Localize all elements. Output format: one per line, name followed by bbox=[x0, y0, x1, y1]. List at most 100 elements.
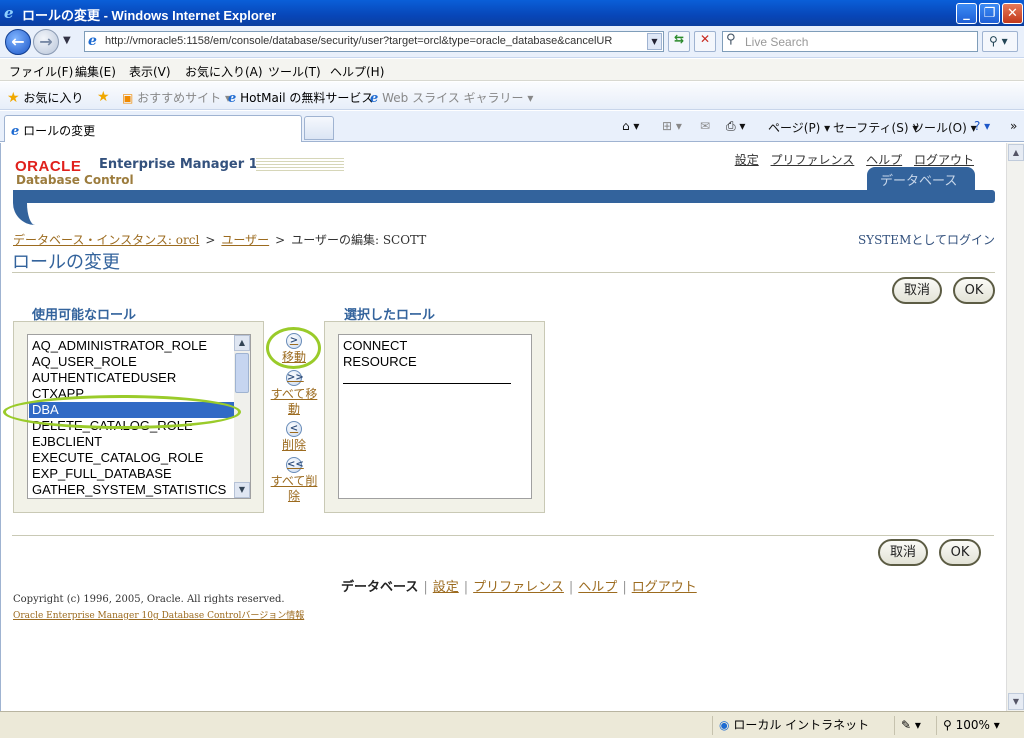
menu-help[interactable]: ヘルプ(H) bbox=[330, 63, 384, 80]
footer-links: データベース | 設定 | プリファレンス | ヘルプ | ログアウト bbox=[341, 580, 697, 595]
protected-mode-icon[interactable]: ✎ ▾ bbox=[894, 716, 934, 735]
move-all-button[interactable]: >> すべて移動 bbox=[269, 370, 319, 417]
zoom-icon: ⚲ bbox=[943, 718, 952, 732]
footer-logout[interactable]: ログアウト bbox=[632, 580, 697, 595]
menu-file[interactable]: ファイル(F) bbox=[9, 63, 73, 80]
ie-page-icon: e bbox=[370, 91, 379, 106]
link-preferences[interactable]: プリファレンス bbox=[771, 153, 855, 167]
list-item[interactable]: AUTHENTICATEDUSER bbox=[32, 370, 176, 386]
breadcrumb-instance[interactable]: データベース・インスタンス: orcl bbox=[13, 233, 199, 247]
selected-roles-panel: CONNECT RESOURCE bbox=[324, 321, 545, 513]
list-item[interactable]: EXP_FULL_DATABASE bbox=[32, 466, 172, 482]
tools-menu[interactable]: ツール(O) ▾ bbox=[912, 119, 977, 136]
menu-tools[interactable]: ツール(T) bbox=[268, 63, 321, 80]
scroll-up-icon[interactable]: ▲ bbox=[234, 335, 250, 351]
home-icon[interactable]: ⌂ ▾ bbox=[622, 119, 639, 133]
print-icon[interactable]: ⎙ ▾ bbox=[726, 119, 745, 134]
minimize-button[interactable]: _ bbox=[956, 3, 977, 24]
footer-help[interactable]: ヘルプ bbox=[578, 580, 617, 595]
title-bar: e ロールの変更 - Windows Internet Explorer _ ❐… bbox=[0, 0, 1024, 26]
favorite-hotmail[interactable]: e HotMail の無料サービス bbox=[228, 89, 373, 106]
list-item[interactable]: DELETE_CATALOG_ROLE bbox=[32, 418, 193, 434]
title-divider bbox=[12, 272, 995, 273]
ie-logo-icon: e bbox=[4, 4, 14, 22]
link-setup[interactable]: 設定 bbox=[735, 153, 759, 167]
header-decoration bbox=[256, 158, 344, 171]
move-right-icon: > bbox=[286, 333, 302, 349]
tab-database[interactable]: データベース bbox=[867, 167, 975, 191]
scroll-down-icon[interactable]: ▼ bbox=[234, 482, 250, 498]
remove-all-button[interactable]: << すべて削除 bbox=[269, 457, 319, 504]
favorites-button[interactable]: ★ お気に入り bbox=[7, 89, 83, 106]
footer-database[interactable]: データベース bbox=[341, 580, 418, 595]
address-input[interactable]: http://vmoracle5:1158/em/console/databas… bbox=[105, 35, 645, 47]
safety-menu[interactable]: セーフティ(S) ▾ bbox=[833, 119, 918, 136]
feeds-icon[interactable]: ⊞ ▾ bbox=[662, 119, 682, 133]
link-help[interactable]: ヘルプ bbox=[866, 153, 902, 167]
move-all-right-icon: >> bbox=[286, 370, 304, 386]
version-info-link[interactable]: Oracle Enterprise Manager 10g Database C… bbox=[13, 608, 304, 621]
close-button[interactable]: ✕ bbox=[1002, 3, 1023, 24]
suggested-sites-icon: ▣ bbox=[122, 91, 134, 105]
footer-setup[interactable]: 設定 bbox=[433, 580, 459, 595]
help-icon[interactable]: ? ▾ bbox=[974, 119, 990, 133]
ok-button-top[interactable]: OK bbox=[953, 277, 995, 304]
globe-icon: ◉ bbox=[719, 718, 730, 732]
scroll-down-icon[interactable]: ▼ bbox=[1008, 693, 1024, 710]
available-roles-list[interactable]: AQ_ADMINISTRATOR_ROLE AQ_USER_ROLE AUTHE… bbox=[27, 334, 251, 499]
list-item[interactable]: EJBCLIENT bbox=[32, 434, 102, 450]
link-logout[interactable]: ログアウト bbox=[914, 153, 974, 167]
list-item[interactable]: AQ_ADMINISTRATOR_ROLE bbox=[32, 338, 207, 354]
status-bar: ◉ ローカル イントラネット ✎ ▾ ⚲ 100% ▾ bbox=[0, 711, 1024, 738]
menu-bar: ファイル(F) 編集(E) 表示(V) お気に入り(A) ツール(T) ヘルプ(… bbox=[0, 59, 1024, 81]
available-roles-scrollbar[interactable]: ▲ ▼ bbox=[234, 335, 250, 498]
menu-view[interactable]: 表示(V) bbox=[129, 63, 171, 80]
more-chevron-icon[interactable]: » bbox=[1010, 119, 1017, 133]
bottom-divider bbox=[12, 535, 994, 536]
list-item-selected[interactable]: DBA bbox=[29, 402, 235, 418]
remove-button[interactable]: < 削除 bbox=[269, 421, 319, 453]
selected-roles-list[interactable]: CONNECT RESOURCE bbox=[338, 334, 532, 499]
breadcrumb-users[interactable]: ユーザー bbox=[221, 233, 269, 247]
page-scrollbar[interactable]: ▲ ▼ bbox=[1006, 143, 1024, 711]
list-item[interactable]: RESOURCE bbox=[343, 354, 417, 370]
footer-preferences[interactable]: プリファレンス bbox=[473, 580, 564, 595]
tab-title: ロールの変更 bbox=[23, 124, 96, 138]
maximize-button[interactable]: ❐ bbox=[979, 3, 1000, 24]
security-zone: ◉ ローカル イントラネット bbox=[712, 716, 890, 735]
browser-tab[interactable]: e ロールの変更 bbox=[4, 115, 302, 142]
back-button[interactable]: ← bbox=[5, 29, 31, 55]
favorite-web-slice-gallery[interactable]: e Web スライス ギャラリー ▾ bbox=[370, 89, 533, 106]
browser-window: e ロールの変更 - Windows Internet Explorer _ ❐… bbox=[0, 0, 1024, 738]
global-links: 設定 プリファレンス ヘルプ ログアウト bbox=[727, 151, 974, 168]
page-menu[interactable]: ページ(P) ▾ bbox=[768, 119, 830, 136]
move-button[interactable]: > 移動 bbox=[269, 333, 319, 365]
list-item[interactable]: GATHER_SYSTEM_STATISTICS bbox=[32, 482, 226, 498]
address-dropdown-icon[interactable]: ▼ bbox=[647, 33, 662, 50]
address-bar[interactable]: e http://vmoracle5:1158/em/console/datab… bbox=[84, 31, 664, 52]
history-dropdown-icon[interactable]: ▼ bbox=[63, 35, 71, 46]
cancel-button-top[interactable]: 取消 bbox=[892, 277, 942, 304]
search-button[interactable]: ⚲ ▾ bbox=[982, 31, 1018, 52]
cancel-button-bottom[interactable]: 取消 bbox=[878, 539, 928, 566]
new-tab-button[interactable] bbox=[304, 116, 334, 140]
add-favorite-icon[interactable]: ★ bbox=[97, 89, 110, 105]
star-icon: ★ bbox=[7, 90, 20, 106]
menu-favorites[interactable]: お気に入り(A) bbox=[185, 63, 263, 80]
scroll-up-icon[interactable]: ▲ bbox=[1008, 144, 1024, 161]
refresh-button[interactable]: ⇆ bbox=[668, 31, 690, 52]
search-box[interactable]: ⚲ Live Search bbox=[722, 31, 978, 52]
list-item[interactable]: CONNECT bbox=[343, 338, 407, 354]
forward-button[interactable]: → bbox=[33, 29, 59, 55]
search-input[interactable]: Live Search bbox=[745, 35, 808, 49]
list-item[interactable]: EXECUTE_CATALOG_ROLE bbox=[32, 450, 203, 466]
favorite-suggested-sites[interactable]: ▣ おすすめサイト ▾ bbox=[122, 89, 231, 106]
mail-icon[interactable]: ✉ bbox=[700, 119, 710, 133]
menu-edit[interactable]: 編集(E) bbox=[75, 63, 116, 80]
ok-button-bottom[interactable]: OK bbox=[939, 539, 981, 566]
list-item[interactable]: CTXAPP bbox=[32, 386, 84, 402]
stop-button[interactable]: ✕ bbox=[694, 31, 716, 52]
zoom-control[interactable]: ⚲ 100% ▾ bbox=[936, 716, 1016, 735]
scroll-thumb[interactable] bbox=[235, 353, 249, 393]
list-item[interactable]: AQ_USER_ROLE bbox=[32, 354, 137, 370]
